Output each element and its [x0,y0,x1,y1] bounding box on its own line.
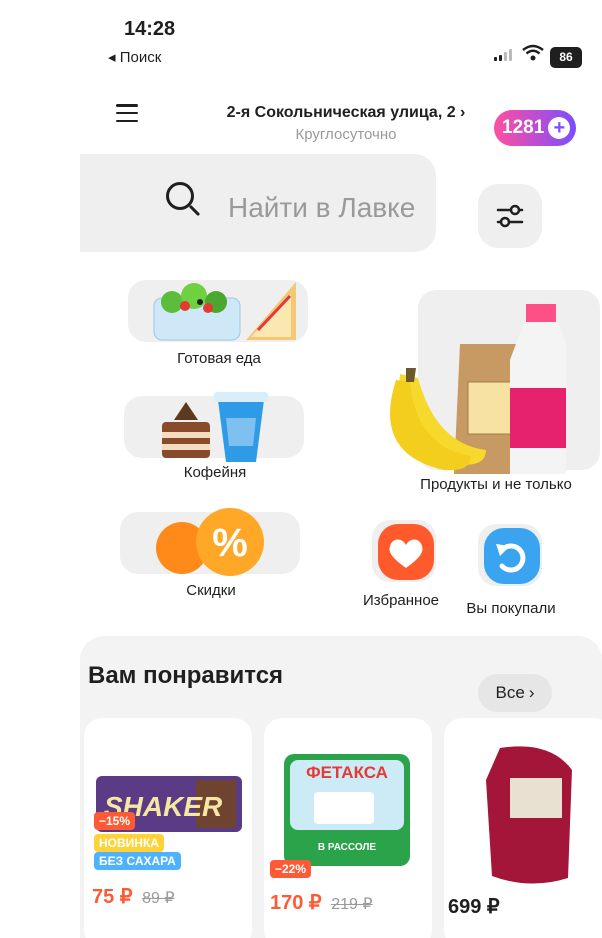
salad-sandwich-icon [153,282,296,341]
sugar-free-badge: БЕЗ САХАРА [94,852,181,870]
svg-text:%: % [212,521,248,565]
store-hours: Круглосуточно [295,126,397,143]
category-grid: Готовая еда Кофейня Продукты и не только… [80,262,600,622]
product-price: 699 ₽ [448,894,500,919]
percent-icon: % [156,508,264,576]
discount-badge: −22% [270,860,312,878]
product-price: 75 ₽ 89 ₽ [92,884,175,909]
meat-pack-image [486,746,572,884]
points-badge[interactable]: 1281 + [494,110,576,146]
groceries-icon [390,304,566,474]
category-label: Готовая еда [177,350,261,367]
product-price: 170 ₽ 219 ₽ [270,890,373,915]
product-sublabel: В РАССОЛЕ [318,842,377,853]
repeat-icon [484,528,540,584]
search-input[interactable]: Найти в Лавке [80,154,436,252]
category-purchased[interactable]: Вы покупали [446,518,576,618]
category-groceries[interactable]: Продукты и не только [336,286,600,496]
search-icon [166,182,194,210]
category-label: Продукты и не только [420,476,572,493]
plus-icon: + [548,117,571,139]
category-label: Скидки [186,582,236,599]
price-old: 89 ₽ [142,890,175,907]
points-value: 1281 [502,117,545,138]
price-current: 170 ₽ [270,892,322,914]
battery-icon: 86 [550,47,582,68]
heart-icon [378,524,434,580]
discount-badge: −15% [94,812,136,830]
address-selector[interactable]: 2-я Сокольническая улица, 2 › Круглосуто… [216,104,476,143]
category-label: Вы покупали [466,600,556,617]
price-current: 75 ₽ [92,886,133,908]
see-all-button[interactable]: Все › [478,674,552,712]
address-text: 2-я Сокольническая улица, 2 › [226,104,466,121]
product-brand: ФЕТАКСА [306,763,388,782]
new-badge: НОВИНКА [94,834,164,852]
price-old: 219 ₽ [331,896,373,913]
filter-button[interactable] [478,184,542,248]
category-ready-food[interactable]: Готовая еда [124,272,314,372]
wifi-icon [522,44,544,61]
phone-screen: 14:28 ◂ Поиск 86 2-я Сокольническая улиц… [80,0,602,938]
menu-button[interactable] [116,104,138,122]
chevron-right-icon: › [528,683,535,702]
see-all-label: Все [495,683,525,702]
product-card[interactable]: ФЕТАКСА В РАССОЛЕ −22% 170 ₽ 219 ₽ [264,718,432,938]
feta-pack-image: ФЕТАКСА В РАССОЛЕ [284,754,410,866]
section-title: Вам понравится [88,662,284,689]
search-placeholder: Найти в Лавке [228,192,416,223]
cake-coffee-icon [162,392,268,462]
product-card[interactable]: SHAKER −15% НОВИНКА БЕЗ САХАРА 75 ₽ 89 ₽ [84,718,252,938]
category-label: Кофейня [183,464,247,481]
cellular-signal-icon [494,49,512,61]
category-coffee[interactable]: Кофейня [120,388,310,488]
sliders-icon [496,204,524,228]
back-to-search-link[interactable]: ◂ Поиск [108,48,161,66]
status-time: 14:28 [124,18,176,40]
category-discounts[interactable]: % Скидки [116,504,306,604]
price-current: 699 ₽ [448,896,500,918]
product-card[interactable]: 699 ₽ [444,718,602,938]
status-bar: 14:28 ◂ Поиск 86 [80,0,602,80]
